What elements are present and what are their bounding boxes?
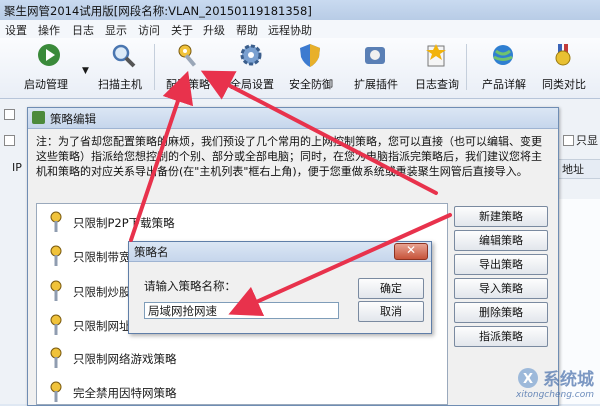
import-policy-button[interactable]: 导入策略 <box>454 278 548 299</box>
toolbar-separator <box>466 44 467 90</box>
menu-upgrade[interactable]: 升级 <box>203 22 225 38</box>
policy-name-dialog: 策略名 ✕ 请输入策略名称： 局域网抢网速 确定 取消 <box>128 241 432 334</box>
list-item-label: 只限制带宽 <box>73 250 131 264</box>
key-icon <box>47 313 65 337</box>
show-only-label: 只显 <box>576 134 598 147</box>
security-defense-label: 安全防御 <box>289 78 333 91</box>
menu-help[interactable]: 帮助 <box>236 22 258 38</box>
policy-editor-titlebar: 策略编辑 <box>28 108 558 129</box>
scan-host-button[interactable]: 扫描主机 <box>98 42 142 91</box>
policy-editor-title: 策略编辑 <box>50 112 96 126</box>
show-only-checkbox[interactable] <box>563 135 574 146</box>
policy-note: 注：为了省却您配置策略的麻烦，我们预设了几个常用的上网控制策略，您可以直接（也可… <box>36 135 542 178</box>
dropdown-arrow-icon[interactable]: ▼ <box>82 66 89 76</box>
window-title: 聚生网管2014试用版[网段名称:VLAN_20150119181358] <box>4 4 312 18</box>
menu-log[interactable]: 日志 <box>72 22 94 38</box>
policy-name-titlebar: 策略名 ✕ <box>129 242 431 262</box>
log-query-button[interactable]: 日志查询 <box>415 42 459 91</box>
key-icon <box>176 42 202 68</box>
policy-name-prompt: 请输入策略名称： <box>144 279 236 293</box>
start-manage-button[interactable]: 启动管理 <box>24 42 68 91</box>
new-policy-button[interactable]: 新建策略 <box>454 206 548 227</box>
policy-name-input[interactable]: 局域网抢网速 <box>144 302 339 319</box>
list-item-label: 只限制P2P下载策略 <box>73 216 175 230</box>
checkbox[interactable] <box>4 135 15 146</box>
ok-button[interactable]: 确定 <box>358 278 424 299</box>
column-header-ip: IP <box>12 161 22 174</box>
app-icon <box>32 111 45 124</box>
key-icon <box>47 346 65 370</box>
svg-text:X: X <box>523 372 533 387</box>
menu-bar: 设置 操作 日志 显示 访问 关于 升级 帮助 远程协助 <box>0 20 600 39</box>
gear-icon <box>238 42 264 68</box>
menu-about[interactable]: 关于 <box>171 22 193 38</box>
watermark-brand: 系统城 <box>543 370 594 390</box>
menu-access[interactable]: 访问 <box>138 22 160 38</box>
menu-operation[interactable]: 操作 <box>38 22 60 38</box>
key-icon <box>47 380 65 404</box>
cancel-button[interactable]: 取消 <box>358 301 424 322</box>
compare-label: 同类对比 <box>542 78 586 91</box>
list-item-label: 只限制网络游戏策略 <box>73 352 177 366</box>
start-icon <box>36 42 62 68</box>
toolbar: 启动管理 ▼ 扫描主机 配置策略 全局设置 安全防御 扩展插件 日志查询 产品详… <box>0 38 600 99</box>
globe-icon <box>490 42 516 68</box>
edit-policy-button[interactable]: 编辑策略 <box>454 230 548 251</box>
product-detail-button[interactable]: 产品详解 <box>482 42 526 91</box>
close-icon: ✕ <box>406 243 417 257</box>
column-header-address: 地址 <box>562 163 584 176</box>
configure-policy-label: 配置策略 <box>166 78 210 91</box>
window-titlebar: 聚生网管2014试用版[网段名称:VLAN_20150119181358] <box>0 0 600 21</box>
shield-icon <box>297 42 323 68</box>
checkbox[interactable] <box>4 109 15 120</box>
delete-policy-button[interactable]: 删除策略 <box>454 302 548 323</box>
menu-settings[interactable]: 设置 <box>5 22 27 38</box>
key-icon <box>47 279 65 303</box>
list-item-label: 完全禁用因特网策略 <box>73 386 177 400</box>
global-settings-button[interactable]: 全局设置 <box>230 42 274 91</box>
medal-icon <box>550 42 576 68</box>
security-defense-button[interactable]: 安全防御 <box>289 42 333 91</box>
extension-plugin-button[interactable]: 扩展插件 <box>354 42 398 91</box>
configure-policy-button[interactable]: 配置策略 <box>166 42 210 91</box>
watermark-logo-icon: X <box>518 367 538 388</box>
product-detail-label: 产品详解 <box>482 78 526 91</box>
menu-remote-assist[interactable]: 远程协助 <box>268 22 312 38</box>
global-settings-label: 全局设置 <box>230 78 274 91</box>
close-button[interactable]: ✕ <box>394 243 428 260</box>
key-icon <box>47 210 65 234</box>
toolbar-separator <box>154 44 155 90</box>
compare-button[interactable]: 同类对比 <box>542 42 586 91</box>
log-query-label: 日志查询 <box>415 78 459 91</box>
start-manage-label: 启动管理 <box>24 78 68 91</box>
magnifier-icon <box>110 42 136 68</box>
policy-name-title: 策略名 <box>134 245 169 259</box>
menu-display[interactable]: 显示 <box>105 22 127 38</box>
log-book-icon <box>423 42 449 68</box>
export-policy-button[interactable]: 导出策略 <box>454 254 548 275</box>
extension-plugin-label: 扩展插件 <box>354 78 398 91</box>
key-icon <box>47 244 65 268</box>
plugin-icon <box>362 42 388 68</box>
scan-host-label: 扫描主机 <box>98 78 142 91</box>
assign-policy-button[interactable]: 指派策略 <box>454 326 548 347</box>
watermark-url: xitongcheng.com <box>516 390 594 400</box>
watermark: X 系统城 xitongcheng.com <box>516 365 594 400</box>
